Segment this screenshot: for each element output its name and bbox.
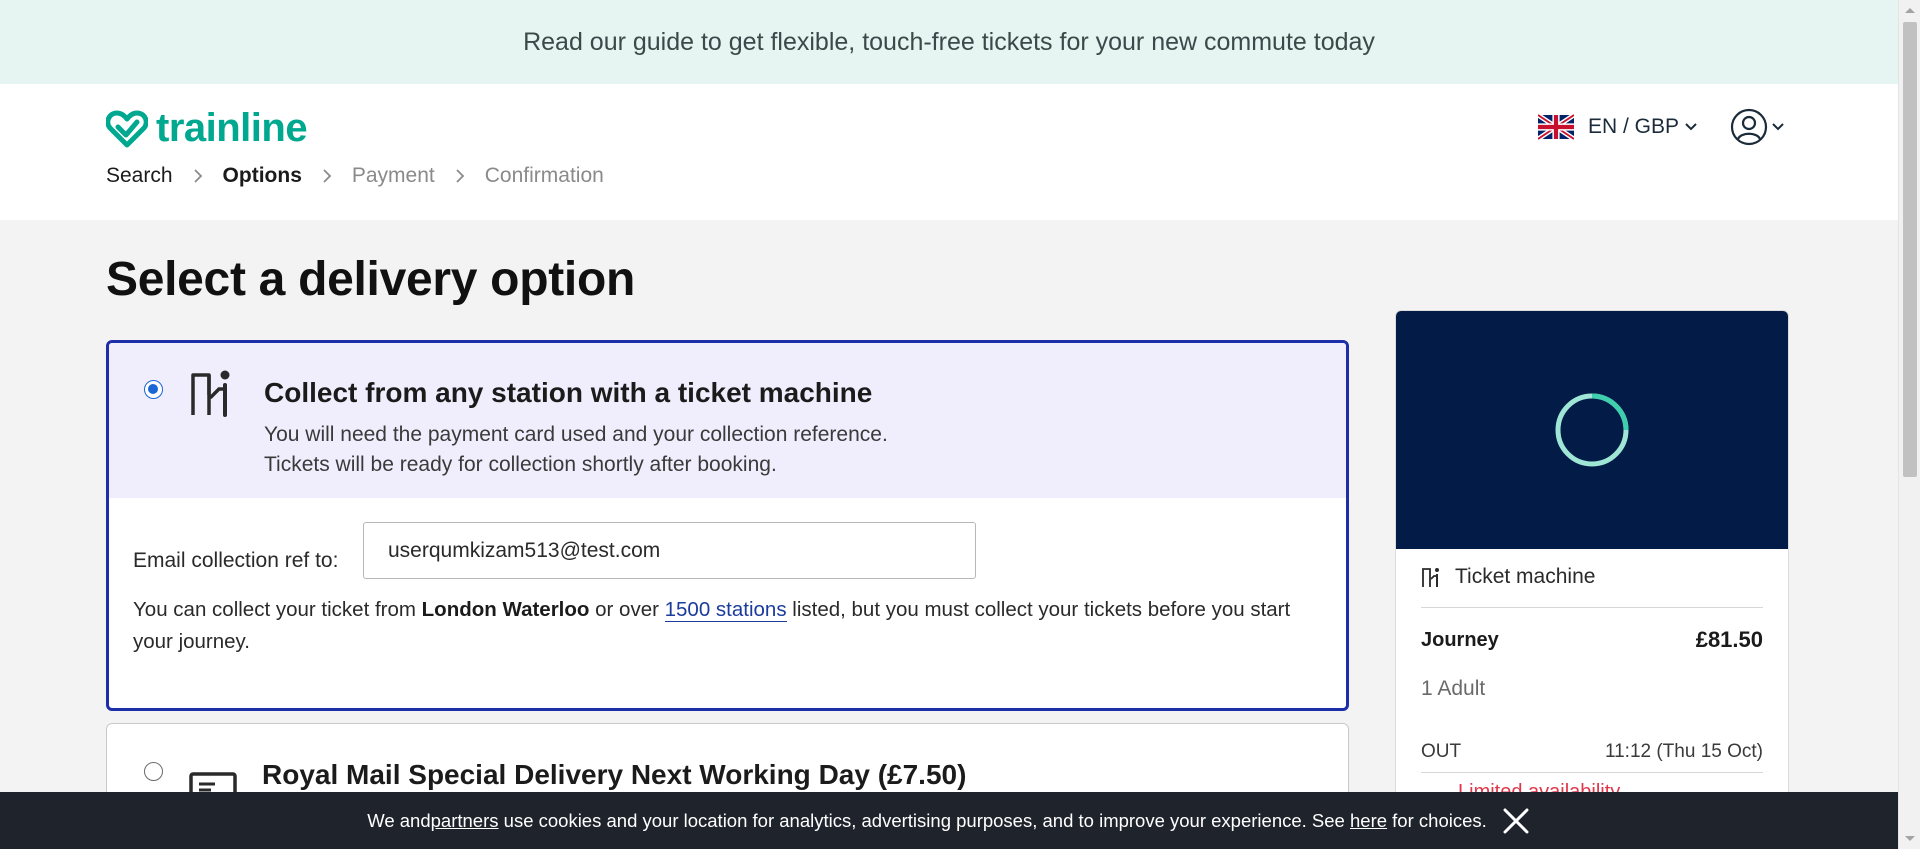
summary-passengers: 1 Adult [1421, 677, 1763, 701]
chevron-right-icon [456, 169, 465, 183]
user-icon [1730, 108, 1768, 146]
chevron-down-icon [1772, 123, 1784, 131]
summary-journey: Journey £81.50 [1421, 627, 1763, 653]
divider [1421, 772, 1763, 773]
chevron-right-icon [323, 169, 332, 183]
logo-text: trainline [156, 106, 308, 150]
language-currency-label: EN / GBP [1588, 115, 1680, 138]
email-collection-input[interactable] [363, 522, 976, 579]
summary-header [1396, 311, 1788, 549]
royal-mail-radio[interactable] [144, 762, 163, 781]
option-header[interactable]: Collect from any station with a ticket m… [109, 343, 1346, 498]
breadcrumb-confirmation: Confirmation [484, 164, 604, 187]
summary-delivery-method: Ticket machine [1421, 565, 1763, 589]
booking-summary: Ticket machine Journey £81.50 1 Adult OU… [1395, 310, 1789, 849]
scroll-down-icon[interactable] [1904, 835, 1916, 843]
note-text: or over [589, 598, 665, 621]
breadcrumb-payment: Payment [351, 164, 435, 187]
cookie-text: We and [367, 809, 431, 831]
delivery-option-ticket-machine[interactable]: Collect from any station with a ticket m… [106, 340, 1349, 711]
outbound-label: OUT [1421, 741, 1462, 762]
vertical-scrollbar[interactable] [1898, 0, 1920, 849]
ticket-machine-icon [1422, 568, 1439, 587]
option-description-line: You will need the payment card used and … [264, 423, 888, 446]
outbound-time: 11:12 (Thu 15 Oct) [1604, 741, 1763, 762]
promo-banner[interactable]: Read our guide to get flexible, touch-fr… [0, 0, 1898, 84]
stations-link[interactable]: 1500 stations [664, 598, 787, 622]
divider [1421, 607, 1763, 608]
option-description-line: Tickets will be ready for collection sho… [264, 453, 777, 476]
account-menu[interactable] [1730, 108, 1784, 146]
cookie-banner: We and partners use cookies and your loc… [0, 792, 1898, 849]
journey-label: Journey [1421, 628, 1499, 651]
chevron-right-icon [193, 169, 202, 183]
note-text: You can collect your ticket from [133, 598, 422, 621]
language-currency-selector[interactable]: EN / GBP [1538, 114, 1697, 140]
heart-logo-icon [106, 110, 148, 147]
delivery-method-label: Ticket machine [1455, 565, 1596, 588]
breadcrumb-options: Options [222, 164, 302, 187]
scrollbar-thumb[interactable] [1903, 22, 1917, 477]
chevron-down-icon [1685, 123, 1697, 131]
cookie-text: use cookies and your location for analyt… [498, 809, 1350, 831]
collection-note: You can collect your ticket from London … [133, 594, 1323, 658]
site-header: trainline EN / GBP Search Options Paymen… [0, 84, 1898, 220]
journey-price: £81.50 [1695, 627, 1763, 652]
breadcrumb: Search Options Payment Confirmation [106, 164, 604, 188]
ticket-machine-icon [191, 370, 230, 417]
ticket-machine-radio[interactable] [144, 380, 163, 399]
option-title: Royal Mail Special Delivery Next Working… [262, 759, 967, 790]
partners-link[interactable]: partners [431, 810, 499, 832]
scroll-up-icon[interactable] [1904, 6, 1916, 14]
cookie-text: for choices. [1387, 809, 1487, 831]
trainline-logo[interactable]: trainline [106, 106, 308, 151]
email-collection-label: Email collection ref to: [133, 549, 339, 572]
summary-outbound: OUT 11:12 (Thu 15 Oct) [1421, 741, 1763, 763]
here-link[interactable]: here [1350, 810, 1387, 832]
collection-station: London Waterloo [421, 598, 590, 621]
loading-spinner-icon [1555, 393, 1629, 467]
option-title: Collect from any station with a ticket m… [264, 377, 873, 408]
passengers-label: 1 Adult [1421, 677, 1486, 700]
page-title: Select a delivery option [106, 253, 635, 306]
breadcrumb-search[interactable]: Search [106, 164, 173, 188]
close-icon[interactable] [1501, 806, 1531, 836]
option-description: You will need the payment card used and … [264, 420, 888, 480]
promo-banner-text[interactable]: Read our guide to get flexible, touch-fr… [523, 28, 1375, 57]
page: Read our guide to get flexible, touch-fr… [0, 0, 1898, 849]
uk-flag-icon [1538, 114, 1574, 140]
